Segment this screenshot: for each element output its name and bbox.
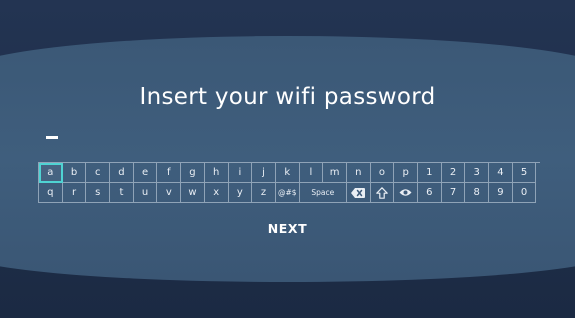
key-5[interactable]: 5	[512, 163, 537, 183]
key-0[interactable]: 0	[512, 183, 537, 203]
key-y[interactable]: y	[228, 183, 253, 203]
key-l[interactable]: l	[299, 163, 324, 183]
key-space[interactable]: Space	[299, 183, 347, 203]
key-e[interactable]: e	[133, 163, 158, 183]
key-v[interactable]: v	[157, 183, 182, 203]
shift-icon	[376, 186, 388, 199]
key-symbols[interactable]: @#$	[275, 183, 300, 203]
key-j[interactable]: j	[252, 163, 276, 183]
key-8[interactable]: 8	[465, 183, 490, 203]
key-p[interactable]: p	[394, 163, 418, 183]
key-k[interactable]: k	[275, 163, 300, 183]
key-d[interactable]: d	[110, 163, 134, 183]
key-m[interactable]: m	[323, 163, 347, 183]
password-input-cursor[interactable]	[46, 136, 58, 139]
next-button[interactable]: NEXT	[0, 221, 575, 236]
key-t[interactable]: t	[110, 183, 134, 203]
key-shift[interactable]	[370, 183, 395, 203]
key-f[interactable]: f	[157, 163, 182, 183]
wifi-password-screen: Insert your wifi password a b c d e f g …	[0, 0, 575, 318]
key-c[interactable]: c	[86, 163, 111, 183]
content-panel	[0, 36, 575, 282]
key-x[interactable]: x	[204, 183, 229, 203]
key-4[interactable]: 4	[489, 163, 513, 183]
key-b[interactable]: b	[62, 163, 87, 183]
key-show-password[interactable]	[394, 183, 419, 203]
key-7[interactable]: 7	[441, 183, 466, 203]
key-n[interactable]: n	[346, 163, 371, 183]
backspace-icon	[351, 187, 366, 198]
key-h[interactable]: h	[204, 163, 229, 183]
key-backspace[interactable]	[346, 183, 371, 203]
page-title: Insert your wifi password	[139, 84, 436, 110]
key-q[interactable]: q	[39, 183, 63, 203]
key-i[interactable]: i	[228, 163, 253, 183]
key-1[interactable]: 1	[418, 163, 442, 183]
eye-icon	[399, 188, 412, 197]
key-6[interactable]: 6	[418, 183, 442, 203]
key-r[interactable]: r	[62, 183, 87, 203]
key-9[interactable]: 9	[489, 183, 513, 203]
key-g[interactable]: g	[181, 163, 205, 183]
key-2[interactable]: 2	[441, 163, 466, 183]
keyboard-row-1: a b c d e f g h i j k l m n o p 1 2 3 4 …	[39, 163, 540, 183]
key-3[interactable]: 3	[465, 163, 490, 183]
key-o[interactable]: o	[370, 163, 395, 183]
key-w[interactable]: w	[181, 183, 205, 203]
key-z[interactable]: z	[252, 183, 276, 203]
key-a[interactable]: a	[39, 163, 63, 183]
key-u[interactable]: u	[133, 183, 158, 203]
keyboard-row-2: q r s t u v w x y z @#$ Space 6 7 8 9 0	[39, 183, 540, 203]
on-screen-keyboard: a b c d e f g h i j k l m n o p 1 2 3 4 …	[38, 162, 540, 203]
key-s[interactable]: s	[86, 183, 111, 203]
